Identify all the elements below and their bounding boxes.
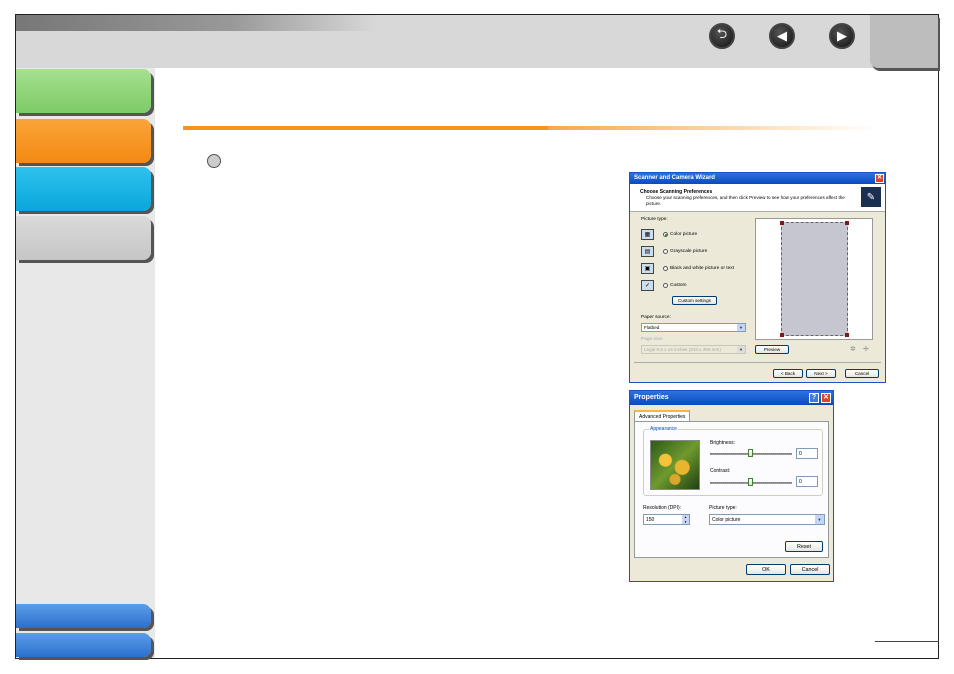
appearance-group: Appearance Brightness: 0 Contrast: 0 [643, 426, 823, 496]
help-icon: ? [811, 394, 817, 401]
picture-type-select[interactable]: Color picture ▼ [709, 514, 825, 525]
color-picture-icon: ▦ [641, 229, 654, 240]
contrast-slider-thumb[interactable] [748, 478, 753, 486]
brightness-input[interactable]: 0 [796, 448, 818, 459]
preview-button[interactable]: Preview [755, 345, 789, 354]
wizard-header: Choose Scanning Preferences Choose your … [630, 184, 885, 212]
page-size-value: Legal 8.5 x 14 inches (216 x 356 mm) [644, 347, 721, 352]
grayscale-picture-radio[interactable] [663, 249, 668, 254]
sidebar-tab-green[interactable] [16, 69, 151, 113]
note-icon [207, 154, 221, 168]
wizard-cancel-button[interactable]: Cancel [845, 369, 879, 378]
properties-title: Properties [634, 394, 669, 401]
paper-source-value: Flatbed [644, 325, 660, 330]
advanced-properties-panel: Appearance Brightness: 0 Contrast: 0 Res… [634, 421, 829, 558]
wizard-close-button[interactable]: ✕ [875, 174, 884, 183]
contrast-label: Contrast: [710, 468, 731, 474]
preview-area[interactable] [755, 218, 873, 340]
top-right-tab[interactable] [870, 15, 938, 68]
wizard-back-button[interactable]: < Back [773, 369, 803, 378]
page-number-bar [875, 641, 939, 642]
crop-handle[interactable] [845, 221, 849, 225]
preview-thumbnail [650, 440, 700, 490]
sidebar-tab-cyan[interactable] [16, 167, 151, 211]
resolution-value: 150 [646, 517, 655, 523]
chevron-down-icon: ▼ [737, 324, 745, 331]
custom-label: Custom [670, 283, 687, 288]
sidebar-bottom-tab-1[interactable] [16, 604, 151, 628]
appearance-label: Appearance [649, 426, 678, 432]
wizard-title: Scanner and Camera Wizard [634, 175, 715, 181]
wizard-footer-line [634, 362, 881, 363]
custom-picture-icon: ✓ [641, 280, 654, 291]
black-white-picture-icon: ▣ [641, 263, 654, 274]
resolution-input[interactable]: 150 ▲ ▼ [643, 514, 690, 525]
previous-icon: ◀ [777, 28, 787, 43]
scanner-wizard-window: Scanner and Camera Wizard ✕ Choose Scann… [629, 172, 886, 383]
picture-type-label: Picture type: [709, 505, 737, 511]
crop-handle[interactable] [780, 221, 784, 225]
sidebar-tab-orange[interactable] [16, 119, 151, 163]
next-page-button[interactable]: ▶ [829, 23, 855, 49]
wizard-titlebar: Scanner and Camera Wizard ✕ [630, 173, 885, 184]
contrast-input[interactable]: 0 [796, 476, 818, 487]
back-arrow-icon: ⮌ [716, 26, 728, 41]
custom-settings-button[interactable]: Custom settings [672, 296, 717, 305]
paper-source-select[interactable]: Flatbed ▼ [641, 323, 746, 332]
back-button[interactable]: ⮌ [709, 23, 735, 49]
sidebar-bottom-tab-2[interactable] [16, 633, 151, 657]
black-white-label: Black and white picture or text [670, 266, 734, 271]
crop-handle[interactable] [845, 333, 849, 337]
picture-type-label: Picture type: [641, 217, 668, 222]
resolution-label: Resolution (DPI): [643, 505, 682, 511]
scanner-icon: ✎ [861, 187, 881, 207]
tab-advanced-properties[interactable]: Advanced Properties [634, 410, 691, 421]
wizard-next-button[interactable]: Next > [806, 369, 836, 378]
zoom-in-icon[interactable]: ✛ [863, 345, 869, 353]
paper-source-label: Paper source: [641, 315, 671, 320]
cancel-button[interactable]: Cancel [790, 564, 830, 575]
wizard-header-desc: Choose your scanning preferences, and th… [646, 195, 845, 206]
chevron-down-icon: ▼ [815, 515, 824, 524]
grayscale-picture-label: Grayscale picture [670, 249, 708, 254]
grayscale-picture-icon: ▤ [641, 246, 654, 257]
color-picture-label: Color picture [670, 232, 698, 237]
sidebar-tab-gray[interactable] [16, 216, 151, 260]
color-picture-radio[interactable] [663, 232, 668, 237]
page-size-select: Legal 8.5 x 14 inches (216 x 356 mm) ▼ [641, 345, 746, 354]
close-icon: ✕ [876, 175, 883, 181]
crop-handle[interactable] [780, 333, 784, 337]
custom-radio[interactable] [663, 283, 668, 288]
properties-window: Properties ? ✕ Advanced Properties Appea… [629, 390, 834, 582]
ok-button[interactable]: OK [746, 564, 786, 575]
top-bar-stripe [16, 15, 376, 31]
black-white-radio[interactable] [663, 266, 668, 271]
zoom-fit-icon[interactable]: ✲ [850, 345, 856, 353]
page-size-label: Page size: [641, 337, 664, 342]
previous-page-button[interactable]: ◀ [769, 23, 795, 49]
brightness-label: Brightness: [710, 440, 736, 446]
section-rule-fade [548, 126, 878, 130]
reset-button[interactable]: Reset [785, 541, 823, 552]
section-rule [183, 126, 548, 130]
spinner-icon[interactable]: ▲ ▼ [682, 515, 689, 524]
brightness-slider-thumb[interactable] [748, 449, 753, 457]
next-icon: ▶ [837, 28, 847, 43]
help-button[interactable]: ? [809, 393, 819, 403]
properties-close-button[interactable]: ✕ [821, 393, 831, 403]
properties-titlebar: Properties ? ✕ [630, 391, 833, 405]
close-icon: ✕ [823, 394, 829, 401]
chevron-down-icon: ▼ [737, 346, 745, 353]
preview-page [780, 221, 849, 337]
picture-type-value: Color picture [712, 517, 741, 523]
